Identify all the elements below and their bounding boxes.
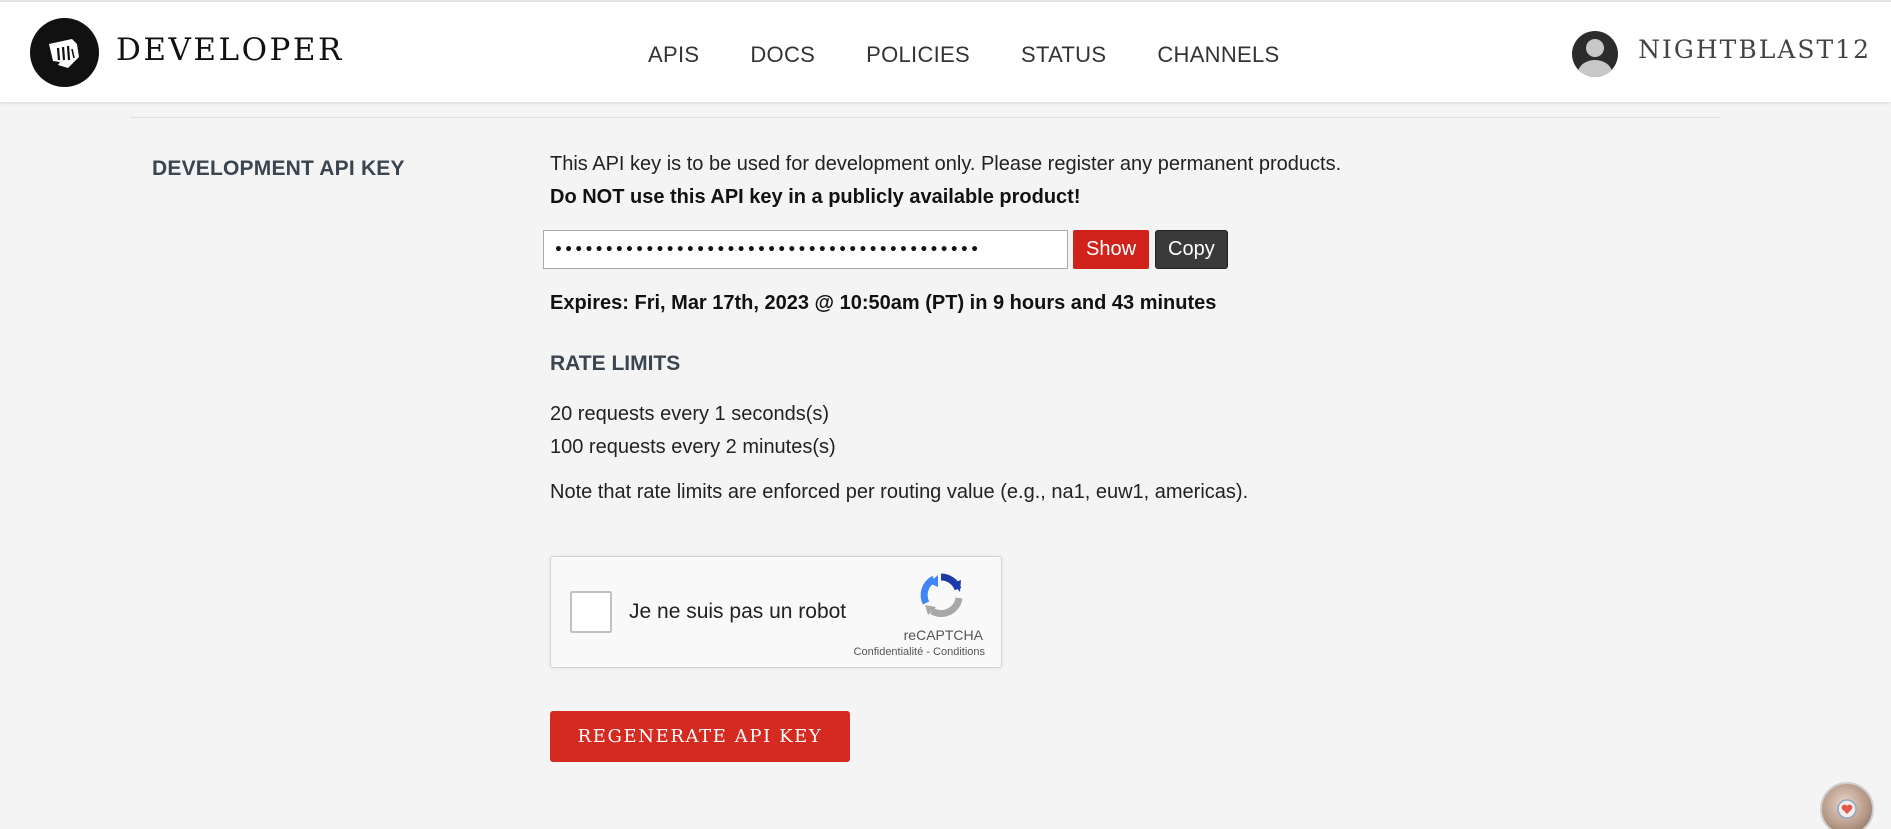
api-key-row: Show Copy [543,230,1550,269]
recaptcha-links: Confidentialité - Conditions [854,646,985,658]
rate-limits-list: 20 requests every 1 seconds(s) 100 reque… [550,398,1550,464]
recaptcha-label: Je ne suis pas un robot [629,600,847,623]
main-nav: APIS DOCS POLICIES STATUS CHANNELS [648,42,1331,68]
expiry-text: Expires: Fri, Mar 17th, 2023 @ 10:50am (… [550,292,1217,314]
section-divider [130,117,1720,118]
show-key-button[interactable]: Show [1073,230,1150,269]
recaptcha-logo-icon [917,571,965,624]
recaptcha-terms-link[interactable]: Conditions [933,646,985,658]
helper-chat-icon[interactable] [1820,782,1874,829]
nav-item-docs[interactable]: DOCS [750,42,815,68]
api-key-section-label: DEVELOPMENT API KEY [152,157,405,180]
avatar-icon [1572,31,1619,77]
top-navigation-bar: DEVELOPER APIS DOCS POLICIES STATUS CHAN… [0,0,1891,102]
api-key-description: This API key is to be used for developme… [550,153,1342,175]
nav-item-status[interactable]: STATUS [1021,42,1106,68]
rate-limits-heading: RATE LIMITS [550,352,681,375]
nav-item-apis[interactable]: APIS [648,42,699,68]
rate-limit-note: Note that rate limits are enforced per r… [550,481,1249,503]
recaptcha-widget: Je ne suis pas un robot reCAPTCHA Confid… [550,556,1002,668]
developer-home-link[interactable]: DEVELOPER [30,18,344,87]
api-key-warning: Do NOT use this API key in a publicly av… [550,186,1081,208]
recaptcha-brand: reCAPTCHA [903,627,983,643]
api-key-field[interactable] [543,230,1068,269]
user-menu[interactable]: NIGHTBLAST12 [1572,31,1871,77]
rate-limit-item: 100 requests every 2 minutes(s) [550,436,836,458]
nav-item-policies[interactable]: POLICIES [866,42,970,68]
brand-title: DEVELOPER [116,32,344,68]
username-label: NIGHTBLAST12 [1638,34,1871,64]
recaptcha-checkbox[interactable] [570,591,612,633]
nav-item-channels[interactable]: CHANNELS [1157,42,1279,68]
recaptcha-privacy-link[interactable]: Confidentialité [854,646,924,658]
recaptcha-link-separator: - [923,646,934,658]
api-key-panel: This API key is to be used for developme… [543,152,1550,762]
regenerate-api-key-button[interactable]: REGENERATE API KEY [550,711,850,762]
copy-key-button[interactable]: Copy [1155,230,1228,269]
rate-limit-item: 20 requests every 1 seconds(s) [550,403,830,425]
riot-fist-logo-icon [30,18,99,87]
